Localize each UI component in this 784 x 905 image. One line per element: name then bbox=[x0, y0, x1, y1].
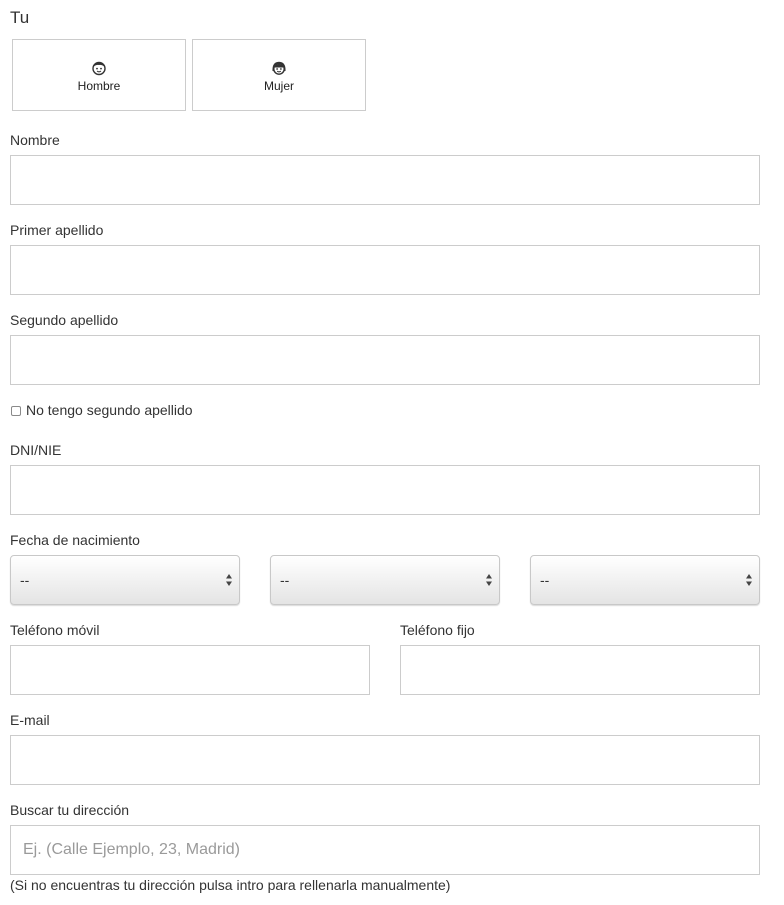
landline-phone-input[interactable] bbox=[400, 645, 760, 695]
birthdate-label: Fecha de nacimiento bbox=[10, 532, 140, 548]
second-surname-label: Segundo apellido bbox=[10, 312, 119, 328]
select-arrows-icon bbox=[486, 574, 492, 586]
section-title: Tu bbox=[10, 8, 30, 27]
select-arrows-icon bbox=[746, 574, 752, 586]
mobile-phone-input[interactable] bbox=[10, 645, 370, 695]
dni-input[interactable] bbox=[10, 465, 760, 515]
gender-option-female[interactable]: Mujer bbox=[192, 39, 366, 111]
gender-option-label: Hombre bbox=[77, 79, 121, 93]
dni-label: DNI/NIE bbox=[10, 442, 62, 458]
gender-option-male[interactable]: Hombre bbox=[12, 39, 186, 111]
second-surname-input[interactable] bbox=[10, 335, 760, 385]
mobile-phone-label: Teléfono móvil bbox=[10, 622, 100, 638]
gender-option-label: Mujer bbox=[263, 79, 294, 93]
first-surname-input[interactable] bbox=[10, 245, 760, 295]
landline-phone-label: Teléfono fijo bbox=[400, 622, 475, 638]
email-input[interactable] bbox=[10, 735, 760, 785]
birth-month-value: -- bbox=[280, 572, 290, 588]
birth-year-value: -- bbox=[540, 572, 550, 588]
first-name-label: Nombre bbox=[10, 132, 60, 148]
female-face-icon bbox=[271, 60, 287, 76]
address-search-label: Buscar tu dirección bbox=[10, 802, 130, 818]
birth-year-select[interactable]: -- bbox=[530, 555, 760, 605]
address-search-input[interactable] bbox=[10, 825, 760, 875]
male-face-icon bbox=[91, 60, 107, 76]
email-label: E-mail bbox=[10, 712, 50, 728]
address-hint: (Si no encuentras tu dirección pulsa int… bbox=[10, 877, 451, 893]
birth-day-select[interactable]: -- bbox=[10, 555, 240, 605]
no-second-surname-checkbox[interactable] bbox=[11, 406, 21, 416]
birth-day-value: -- bbox=[20, 572, 30, 588]
no-second-surname-label[interactable]: No tengo segundo apellido bbox=[26, 402, 193, 418]
first-surname-label: Primer apellido bbox=[10, 222, 104, 238]
birth-month-select[interactable]: -- bbox=[270, 555, 500, 605]
first-name-input[interactable] bbox=[10, 155, 760, 205]
select-arrows-icon bbox=[226, 574, 232, 586]
